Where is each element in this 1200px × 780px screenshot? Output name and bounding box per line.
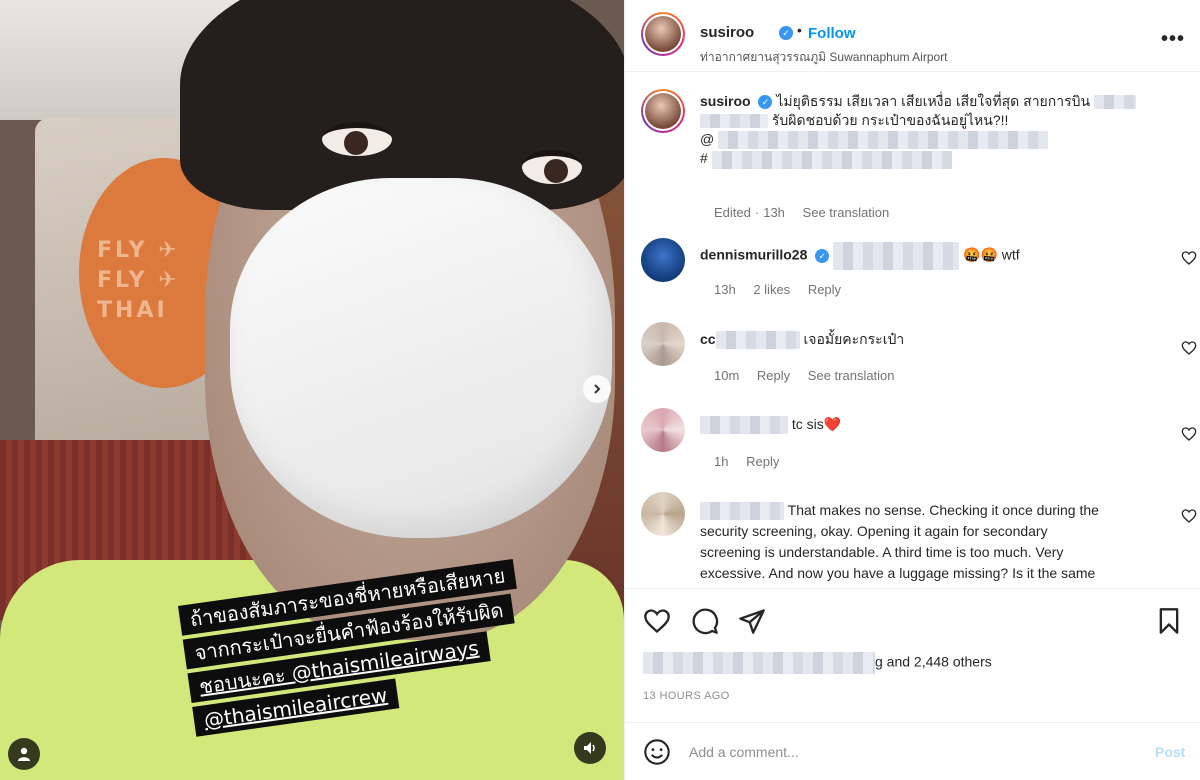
caption-text: ไม่ยุติธรรม เสียเวลา เสียเหงื่อ เสียใจที… bbox=[776, 93, 1091, 109]
tagged-users-button[interactable] bbox=[8, 738, 40, 770]
comment-body: That makes no sense. Checking it once du… bbox=[700, 500, 1160, 584]
speaker-icon bbox=[584, 742, 595, 754]
post-timestamp[interactable]: 13 HOURS AGO bbox=[643, 690, 730, 702]
blurred-text bbox=[700, 114, 768, 129]
commenter-avatar[interactable] bbox=[641, 238, 685, 282]
share-paper-plane-icon[interactable] bbox=[738, 607, 766, 635]
blurred-text bbox=[1093, 95, 1136, 110]
comment-text-line: security screening, okay. Opening it aga… bbox=[700, 523, 1048, 539]
caption-hashtag: # bbox=[700, 150, 708, 167]
comment-text-line: excessive. And now you have a luggage mi… bbox=[700, 565, 1096, 581]
comment-meta: 10m Reply See translation bbox=[714, 368, 909, 383]
comment: cc เจอมั้ยคะกระเป๋า 10m Reply See transl… bbox=[641, 322, 1197, 402]
separator-dot: • bbox=[797, 22, 802, 38]
post-details-panel: susiroo ✓ • Follow ท่าอากาศยานสุวรรณภูมิ… bbox=[624, 0, 1200, 780]
comment: That makes no sense. Checking it once du… bbox=[641, 492, 1197, 588]
user-icon bbox=[18, 747, 30, 761]
comment-text-line: screening is understandable. A third tim… bbox=[700, 544, 1064, 560]
comment-text: tc sis❤️ bbox=[791, 416, 842, 432]
comment-body: tc sis❤️ bbox=[700, 415, 1160, 435]
comment: tc sis❤️ 1h Reply bbox=[641, 408, 1197, 488]
verified-badge-icon: ✓ bbox=[815, 249, 830, 263]
blurred-text bbox=[715, 331, 800, 350]
header-divider bbox=[625, 71, 1200, 72]
commenter-username[interactable]: dennismurillo28 bbox=[700, 247, 807, 263]
blurred-liker-names bbox=[643, 652, 875, 674]
comment-bubble-icon[interactable] bbox=[691, 607, 719, 635]
like-heart-icon[interactable] bbox=[643, 607, 671, 635]
comment-text: เจอมั้ยคะกระเป๋า bbox=[803, 331, 905, 347]
chevron-right-icon bbox=[594, 384, 601, 394]
reply-button[interactable]: Reply bbox=[746, 454, 779, 469]
blurred-username[interactable] bbox=[700, 502, 784, 521]
add-comment-bar: Post bbox=[625, 722, 1200, 780]
reply-button[interactable]: Reply bbox=[757, 368, 790, 383]
caption-meta: Edited · 13h See translation bbox=[714, 205, 890, 220]
likes-count-text: g and 2,448 others bbox=[875, 653, 992, 670]
like-comment-icon[interactable] bbox=[1181, 426, 1197, 442]
blurred-text bbox=[711, 150, 952, 169]
blurred-username[interactable] bbox=[700, 416, 788, 435]
comment-likes[interactable]: 2 likes bbox=[753, 282, 790, 297]
caption-avatar[interactable] bbox=[641, 89, 685, 133]
comment-meta: 1h Reply bbox=[714, 454, 793, 469]
post-location[interactable]: ท่าอากาศยานสุวรรณภูมิ Suwannaphum Airpor… bbox=[700, 48, 948, 67]
post-header: susiroo ✓ • Follow ท่าอากาศยานสุวรรณภูมิ… bbox=[641, 10, 1185, 64]
caption-mention: @ bbox=[700, 131, 715, 147]
comment-input[interactable] bbox=[689, 741, 1089, 763]
caption-text-2: รับผิดชอบด้วย กระเป๋าของฉันอยู่ไหน?!! bbox=[771, 112, 1009, 128]
comment-body: cc เจอมั้ยคะกระเป๋า bbox=[700, 330, 1160, 350]
comment-body: dennismurillo28 ✓ 🤬🤬 wtf bbox=[700, 242, 1160, 270]
verified-badge-icon: ✓ bbox=[775, 24, 793, 41]
like-comment-icon[interactable] bbox=[1181, 250, 1197, 266]
right-eye bbox=[522, 150, 582, 184]
emoji-smiley-icon[interactable] bbox=[643, 738, 671, 766]
caption-username[interactable]: susiroo bbox=[700, 93, 751, 109]
blurred-text bbox=[833, 242, 960, 270]
save-bookmark-icon[interactable] bbox=[1155, 607, 1183, 635]
comment-meta: 13h 2 likes Reply bbox=[714, 282, 855, 297]
commenter-avatar[interactable] bbox=[641, 492, 685, 536]
like-comment-icon[interactable] bbox=[1181, 340, 1197, 356]
comment-text-line: That makes no sense. Checking it once du… bbox=[787, 502, 1099, 518]
caption-time[interactable]: 13h bbox=[763, 205, 785, 220]
likes-summary[interactable]: g and 2,448 others bbox=[643, 652, 992, 674]
like-comment-icon[interactable] bbox=[1181, 508, 1197, 524]
comments-list: susiroo ✓ ไม่ยุติธรรม เสียเวลา เสียเหงื่… bbox=[625, 80, 1200, 588]
post-caption: susiroo ✓ ไม่ยุติธรรม เสียเวลา เสียเหงื่… bbox=[641, 89, 1185, 220]
author-username[interactable]: susiroo bbox=[700, 24, 754, 41]
caption-body: susiroo ✓ ไม่ยุติธรรม เสียเวลา เสียเหงื่… bbox=[700, 92, 1160, 169]
comment: dennismurillo28 ✓ 🤬🤬 wtf 13h 2 likes Rep… bbox=[641, 238, 1197, 318]
seat-logo-text: FLY ✈ FLY ✈ THAI bbox=[97, 238, 180, 323]
next-media-button[interactable] bbox=[583, 375, 611, 403]
audio-toggle-button[interactable] bbox=[574, 732, 606, 764]
comment-time[interactable]: 1h bbox=[714, 454, 728, 469]
comment-time[interactable]: 13h bbox=[714, 282, 736, 297]
blurred-text bbox=[718, 131, 1049, 150]
see-translation-button[interactable]: See translation bbox=[803, 205, 890, 220]
post-actions bbox=[625, 589, 1200, 651]
follow-button[interactable]: Follow bbox=[808, 25, 856, 42]
edited-label: Edited bbox=[714, 205, 751, 220]
commenter-username[interactable]: cc bbox=[700, 331, 716, 347]
verified-badge-icon: ✓ bbox=[758, 95, 773, 110]
post-media[interactable]: FLY ✈ FLY ✈ THAI ถ้าของสัมภาระของชี่หายห… bbox=[0, 0, 624, 780]
comment-time[interactable]: 10m bbox=[714, 368, 739, 383]
see-translation-button[interactable]: See translation bbox=[808, 368, 895, 383]
left-eye bbox=[322, 122, 392, 156]
reply-button[interactable]: Reply bbox=[808, 282, 841, 297]
commenter-avatar[interactable] bbox=[641, 408, 685, 452]
commenter-avatar[interactable] bbox=[641, 322, 685, 366]
comment-text: 🤬🤬 wtf bbox=[963, 246, 1020, 263]
face-mask bbox=[230, 178, 612, 538]
post-comment-button[interactable]: Post bbox=[1155, 744, 1185, 760]
more-options-icon[interactable]: ••• bbox=[1161, 28, 1185, 51]
author-avatar[interactable] bbox=[641, 12, 685, 56]
